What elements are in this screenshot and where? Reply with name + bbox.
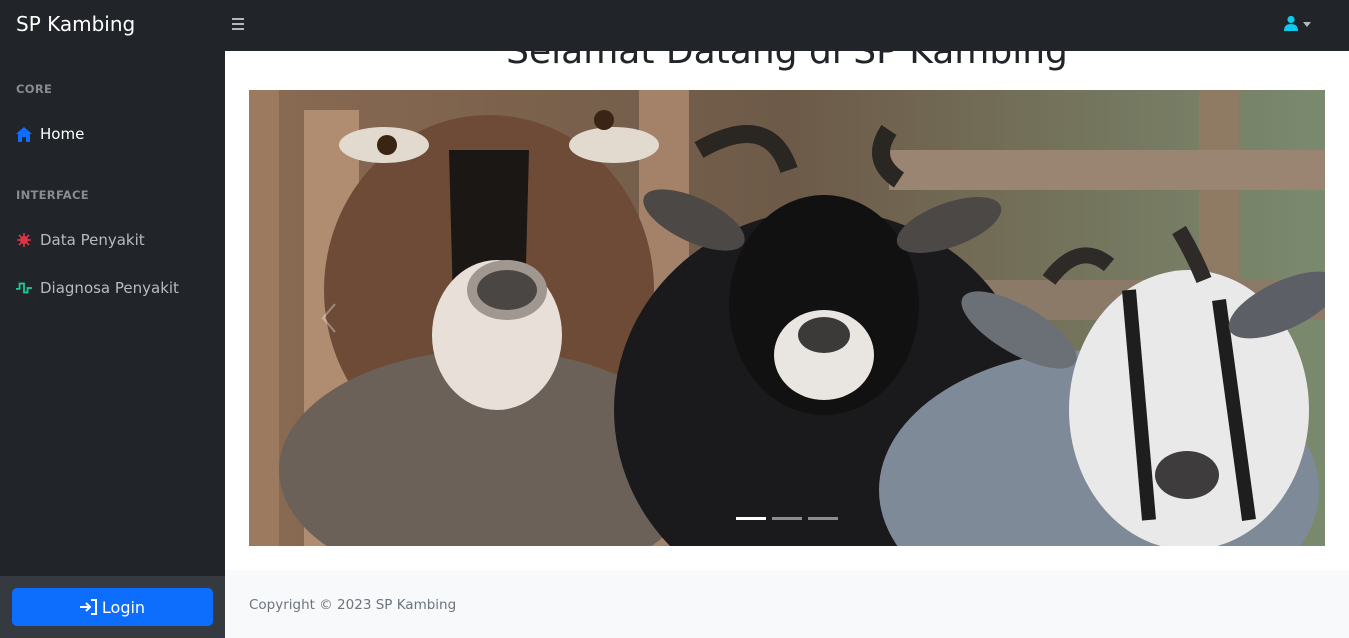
home-icon (16, 126, 32, 142)
sidebar-item-label: Home (40, 125, 85, 143)
goats-photo (249, 90, 1325, 546)
sidebar-toggle-button[interactable] (232, 14, 248, 34)
sign-in-icon (79, 599, 97, 615)
carousel-prev-button[interactable] (319, 300, 339, 336)
sidebar-item-label: Diagnosa Penyakit (40, 279, 179, 297)
heartbeat-icon (16, 280, 32, 296)
sidebar-item-home[interactable]: Home (16, 125, 84, 143)
page-title: Selamat Datang di SP Kambing (506, 51, 1068, 72)
bars-icon (232, 18, 244, 20)
sidebar-heading-interface: INTERFACE (16, 188, 89, 202)
chevron-down-icon (1303, 22, 1311, 27)
sidebar-item-data-penyakit[interactable]: Data Penyakit (16, 231, 145, 249)
sidebar-item-label: Data Penyakit (40, 231, 145, 249)
carousel-indicator[interactable] (736, 517, 766, 520)
copyright-text: Copyright © 2023 SP Kambing (249, 597, 457, 613)
sidebar-item-diagnosa-penyakit[interactable]: Diagnosa Penyakit (16, 279, 179, 297)
main-content: Selamat Datang di SP Kambing Copyright ©… (225, 51, 1349, 638)
image-carousel[interactable] (249, 90, 1325, 546)
login-label: Login (101, 597, 146, 617)
page-footer: Copyright © 2023 SP Kambing (225, 570, 1349, 638)
chevron-left-icon (321, 303, 336, 333)
login-button[interactable]: Login (12, 588, 213, 626)
virus-icon (16, 232, 32, 248)
sidebar: CORE Home INTERFACE Data Penyakit Diagno… (0, 51, 225, 638)
carousel-indicator[interactable] (772, 517, 802, 520)
top-navbar: SP Kambing (0, 0, 1349, 51)
carousel-indicators (249, 517, 1325, 520)
user-icon (1284, 15, 1298, 31)
user-dropdown-button[interactable] (1283, 15, 1319, 35)
sidebar-footer: Login (0, 576, 225, 638)
brand-title[interactable]: SP Kambing (16, 12, 135, 36)
carousel-indicator[interactable] (808, 517, 838, 520)
sidebar-heading-core: CORE (16, 82, 53, 96)
